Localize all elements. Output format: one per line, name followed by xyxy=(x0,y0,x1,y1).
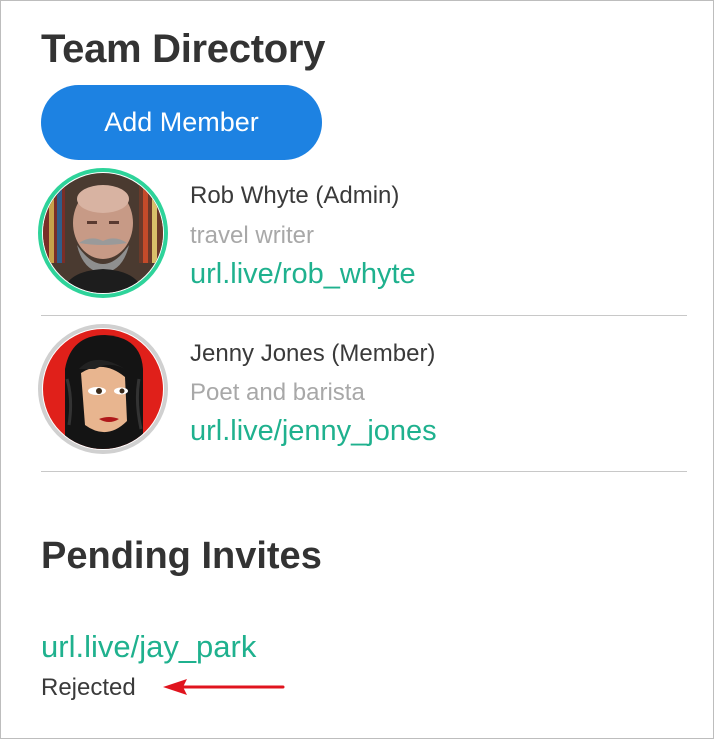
member-bio: travel writer xyxy=(190,222,315,249)
page-title: Team Directory xyxy=(41,27,326,71)
avatar[interactable] xyxy=(38,324,168,454)
member-row: Rob Whyte (Admin) travel writer url.live… xyxy=(38,159,687,316)
member-name: Jenny Jones (Member) xyxy=(190,340,436,367)
member-profile-link[interactable]: url.live/jenny_jones xyxy=(190,415,437,448)
member-bio: Poet and barista xyxy=(190,379,365,406)
invite-status: Rejected xyxy=(41,674,136,701)
profile-photo-icon xyxy=(43,173,163,293)
annotation-arrow-icon xyxy=(163,679,285,695)
team-directory-panel: Team Directory Add Member Rob Whyte (Adm… xyxy=(0,0,714,739)
member-profile-link[interactable]: url.live/rob_whyte xyxy=(190,258,416,291)
member-name: Rob Whyte (Admin) xyxy=(190,182,400,209)
pending-invites-title: Pending Invites xyxy=(41,535,322,577)
profile-photo-icon xyxy=(43,329,163,449)
avatar[interactable] xyxy=(38,168,168,298)
invite-link[interactable]: url.live/jay_park xyxy=(41,629,256,665)
add-member-button[interactable]: Add Member xyxy=(41,85,322,160)
member-row: Jenny Jones (Member) Poet and barista ur… xyxy=(38,315,687,472)
